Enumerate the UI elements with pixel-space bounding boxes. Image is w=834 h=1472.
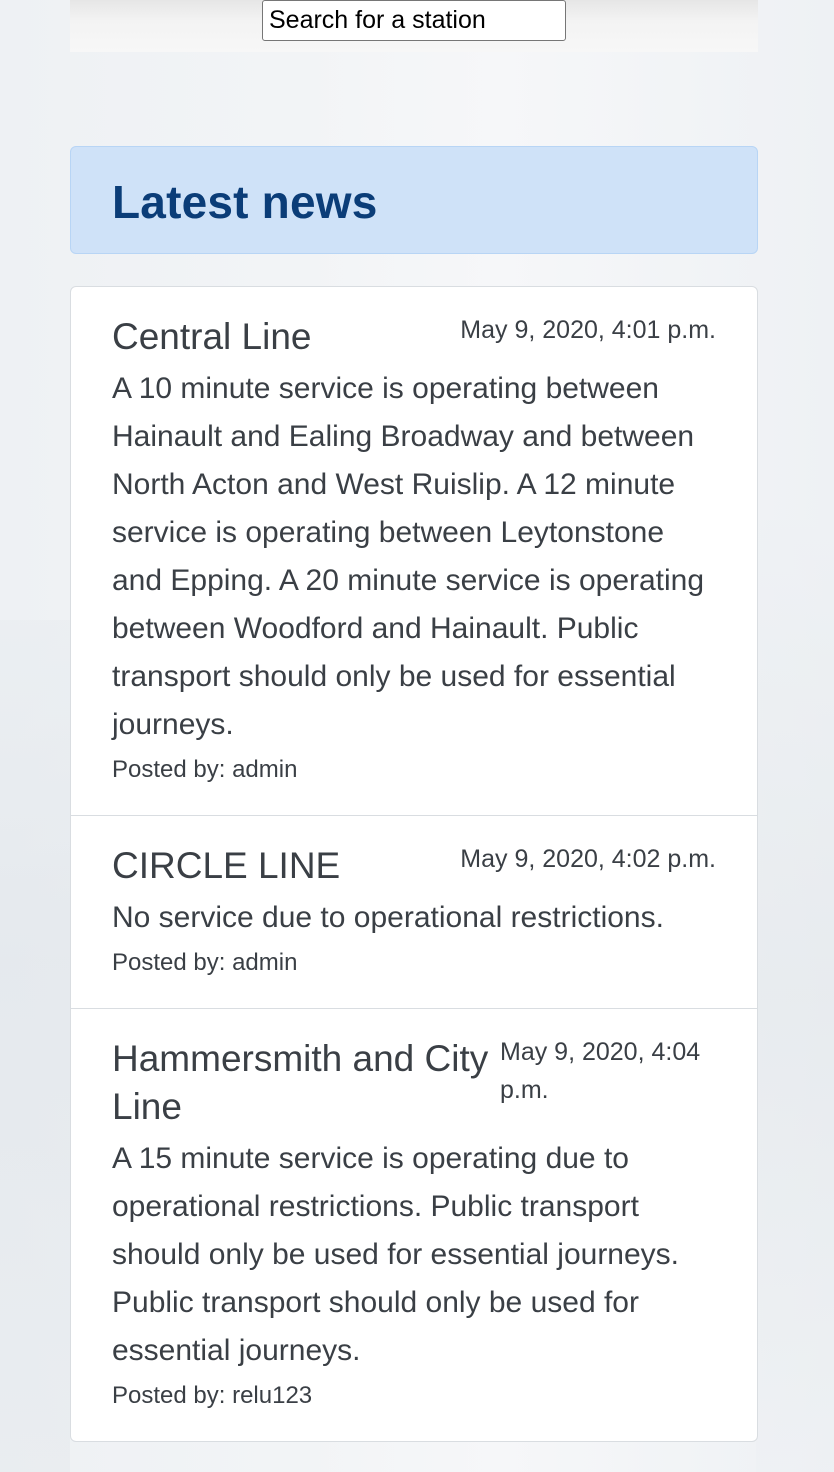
news-item-circle-line: CIRCLE LINE May 9, 2020, 4:02 p.m. No se… [71,816,757,1009]
news-item-date: May 9, 2020, 4:01 p.m. [460,316,716,344]
news-item-author: Posted by: admin [112,949,298,976]
news-item-title: Hammersmith and City Line [112,1038,489,1127]
news-item-author: Posted by: admin [112,756,298,783]
news-item-central-line: Central Line May 9, 2020, 4:01 p.m. A 10… [71,287,757,816]
news-item-date: May 9, 2020, 4:02 p.m. [460,845,716,873]
news-item-hammersmith-city-line: Hammersmith and City Line May 9, 2020, 4… [71,1009,757,1441]
news-item-body: A 10 minute service is operating between… [112,372,705,741]
background-left-texture [0,620,70,1472]
news-item-date: May 9, 2020, 4:04 p.m. [500,1038,701,1104]
news-item-body: No service due to operational restrictio… [112,901,664,934]
news-item-header: Central Line May 9, 2020, 4:01 p.m. [112,313,716,361]
news-item-header: Hammersmith and City Line May 9, 2020, 4… [112,1035,716,1131]
news-item-author: Posted by: relu123 [112,1382,313,1409]
latest-news-title: Latest news [112,176,378,228]
news-item-title: Central Line [112,316,312,357]
top-bar [70,0,758,52]
news-item-header: CIRCLE LINE May 9, 2020, 4:02 p.m. [112,842,716,890]
station-search-input[interactable] [262,0,566,41]
latest-news-header: Latest news [70,146,758,254]
news-item-body: A 15 minute service is operating due to … [112,1142,680,1367]
news-list: Central Line May 9, 2020, 4:01 p.m. A 10… [70,286,758,1442]
news-item-title: CIRCLE LINE [112,845,341,886]
background-right-texture [756,520,834,1472]
